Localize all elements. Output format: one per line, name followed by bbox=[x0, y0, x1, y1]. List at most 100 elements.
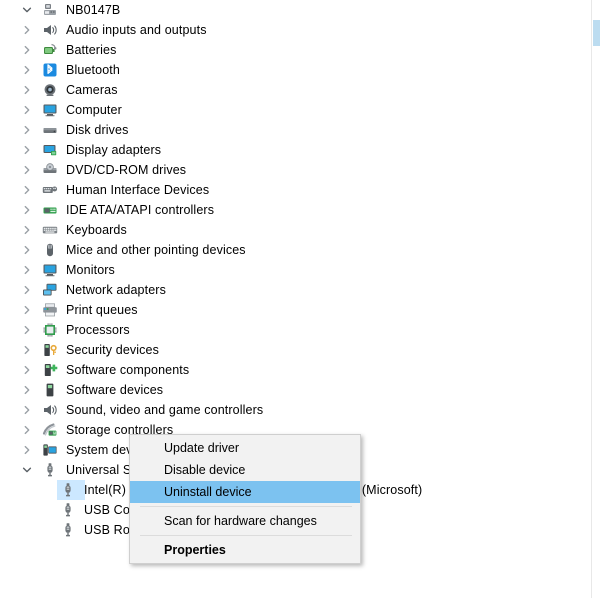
tree-row-category[interactable]: Monitors bbox=[0, 260, 592, 280]
tree-row-category[interactable]: Sound, video and game controllers bbox=[0, 400, 592, 420]
tree-row-category[interactable]: Disk drives bbox=[0, 120, 592, 140]
tree-row-category[interactable]: Print queues bbox=[0, 300, 592, 320]
software-device-icon bbox=[42, 382, 58, 398]
chevron-right-icon[interactable] bbox=[22, 260, 38, 280]
speaker-icon bbox=[42, 22, 58, 38]
network-adapter-icon bbox=[42, 282, 58, 298]
chevron-right-icon[interactable] bbox=[22, 360, 38, 380]
tree-row-label: Monitors bbox=[66, 263, 115, 277]
chevron-down-icon[interactable] bbox=[22, 460, 38, 480]
battery-icon bbox=[42, 42, 58, 58]
tree-row-label: Batteries bbox=[66, 43, 117, 57]
chevron-right-icon[interactable] bbox=[22, 140, 38, 160]
tree-row-label: Human Interface Devices bbox=[66, 183, 210, 197]
menu-separator bbox=[140, 535, 352, 536]
chevron-right-icon[interactable] bbox=[22, 320, 38, 340]
tree-row-label: Network adapters bbox=[66, 283, 166, 297]
chevron-right-icon[interactable] bbox=[22, 220, 38, 240]
chevron-right-icon[interactable] bbox=[22, 440, 38, 460]
tree-row-label: NB0147B bbox=[66, 3, 121, 17]
tree-row-root[interactable]: NB0147B bbox=[0, 0, 592, 20]
tree-row-label: IDE ATA/ATAPI controllers bbox=[66, 203, 215, 217]
usb-icon bbox=[60, 502, 76, 518]
tree-row-label: Keyboards bbox=[66, 223, 127, 237]
menu-separator bbox=[140, 506, 352, 507]
chevron-right-icon[interactable] bbox=[22, 40, 38, 60]
tree-row-category[interactable]: Network adapters bbox=[0, 280, 592, 300]
tree-row-category[interactable]: DVD/CD-ROM drives bbox=[0, 160, 592, 180]
menu-item-disable-device[interactable]: Disable device bbox=[130, 459, 360, 481]
tree-row-label: Display adapters bbox=[66, 143, 162, 157]
tree-row-label: Computer bbox=[66, 103, 122, 117]
chevron-right-icon[interactable] bbox=[22, 60, 38, 80]
tree-row-label: Software components bbox=[66, 363, 190, 377]
optical-drive-icon bbox=[42, 162, 58, 178]
usb-icon bbox=[60, 482, 76, 498]
tree-row-category[interactable]: Display adapters bbox=[0, 140, 592, 160]
tree-row-category[interactable]: Software devices bbox=[0, 380, 592, 400]
tree-row-category[interactable]: Batteries bbox=[0, 40, 592, 60]
mouse-icon bbox=[42, 242, 58, 258]
menu-item-properties[interactable]: Properties bbox=[130, 539, 360, 561]
scrollbar-thumb[interactable] bbox=[593, 20, 600, 46]
tree-row-label: Bluetooth bbox=[66, 63, 120, 77]
chevron-right-icon[interactable] bbox=[22, 100, 38, 120]
menu-item-scan-for-hardware-changes[interactable]: Scan for hardware changes bbox=[130, 510, 360, 532]
tree-row-label: Audio inputs and outputs bbox=[66, 23, 207, 37]
printer-icon bbox=[42, 302, 58, 318]
tree-row-category[interactable]: Keyboards bbox=[0, 220, 592, 240]
tree-row-label: Cameras bbox=[66, 83, 118, 97]
tree-row-category[interactable]: Audio inputs and outputs bbox=[0, 20, 592, 40]
menu-item-uninstall-device[interactable]: Uninstall device bbox=[130, 481, 360, 503]
chevron-right-icon[interactable] bbox=[22, 200, 38, 220]
keyboard-icon bbox=[42, 222, 58, 238]
tree-row-label: Print queues bbox=[66, 303, 138, 317]
tree-row-label: DVD/CD-ROM drives bbox=[66, 163, 187, 177]
context-menu[interactable]: Update driver Disable device Uninstall dev… bbox=[129, 434, 361, 564]
monitor-icon bbox=[42, 262, 58, 278]
chevron-right-icon[interactable] bbox=[22, 400, 38, 420]
menu-item-update-driver[interactable]: Update driver bbox=[130, 437, 360, 459]
tree-row-category[interactable]: Security devices bbox=[0, 340, 592, 360]
chevron-right-icon[interactable] bbox=[22, 20, 38, 40]
chevron-right-icon[interactable] bbox=[22, 340, 38, 360]
chevron-right-icon[interactable] bbox=[22, 180, 38, 200]
tree-row-category[interactable]: Computer bbox=[0, 100, 592, 120]
bluetooth-icon bbox=[42, 62, 58, 78]
display-adapter-icon bbox=[42, 142, 58, 158]
chevron-right-icon[interactable] bbox=[22, 80, 38, 100]
monitor-icon bbox=[42, 102, 58, 118]
tree-row-category[interactable]: IDE ATA/ATAPI controllers bbox=[0, 200, 592, 220]
software-component-icon bbox=[42, 362, 58, 378]
tree-row-category[interactable]: Software components bbox=[0, 360, 592, 380]
chevron-right-icon[interactable] bbox=[22, 120, 38, 140]
tree-row-category[interactable]: Bluetooth bbox=[0, 60, 592, 80]
tree-row-category[interactable]: Cameras bbox=[0, 80, 592, 100]
hid-icon bbox=[42, 182, 58, 198]
tree-row-label: Security devices bbox=[66, 343, 160, 357]
processor-icon bbox=[42, 322, 58, 338]
usb-icon bbox=[60, 522, 76, 538]
disk-drive-icon bbox=[42, 122, 58, 138]
speaker-icon bbox=[42, 402, 58, 418]
chevron-right-icon[interactable] bbox=[22, 240, 38, 260]
computer-node-icon bbox=[42, 2, 58, 18]
chevron-right-icon[interactable] bbox=[22, 280, 38, 300]
tree-row-label: Sound, video and game controllers bbox=[66, 403, 264, 417]
chevron-right-icon[interactable] bbox=[22, 300, 38, 320]
chevron-right-icon[interactable] bbox=[22, 160, 38, 180]
tree-row-label: Software devices bbox=[66, 383, 164, 397]
chevron-down-icon[interactable] bbox=[22, 0, 38, 20]
vertical-scrollbar[interactable] bbox=[591, 0, 601, 598]
system-device-icon bbox=[42, 442, 58, 458]
chevron-right-icon[interactable] bbox=[22, 420, 38, 440]
tree-row-label: Processors bbox=[66, 323, 130, 337]
tree-row-category[interactable]: Processors bbox=[0, 320, 592, 340]
tree-row-category[interactable]: Human Interface Devices bbox=[0, 180, 592, 200]
usb-icon bbox=[42, 462, 58, 478]
tree-row-category[interactable]: Mice and other pointing devices bbox=[0, 240, 592, 260]
tree-row-label: Disk drives bbox=[66, 123, 129, 137]
storage-controller-icon bbox=[42, 422, 58, 438]
chevron-right-icon[interactable] bbox=[22, 380, 38, 400]
tree-row-label: Mice and other pointing devices bbox=[66, 243, 246, 257]
